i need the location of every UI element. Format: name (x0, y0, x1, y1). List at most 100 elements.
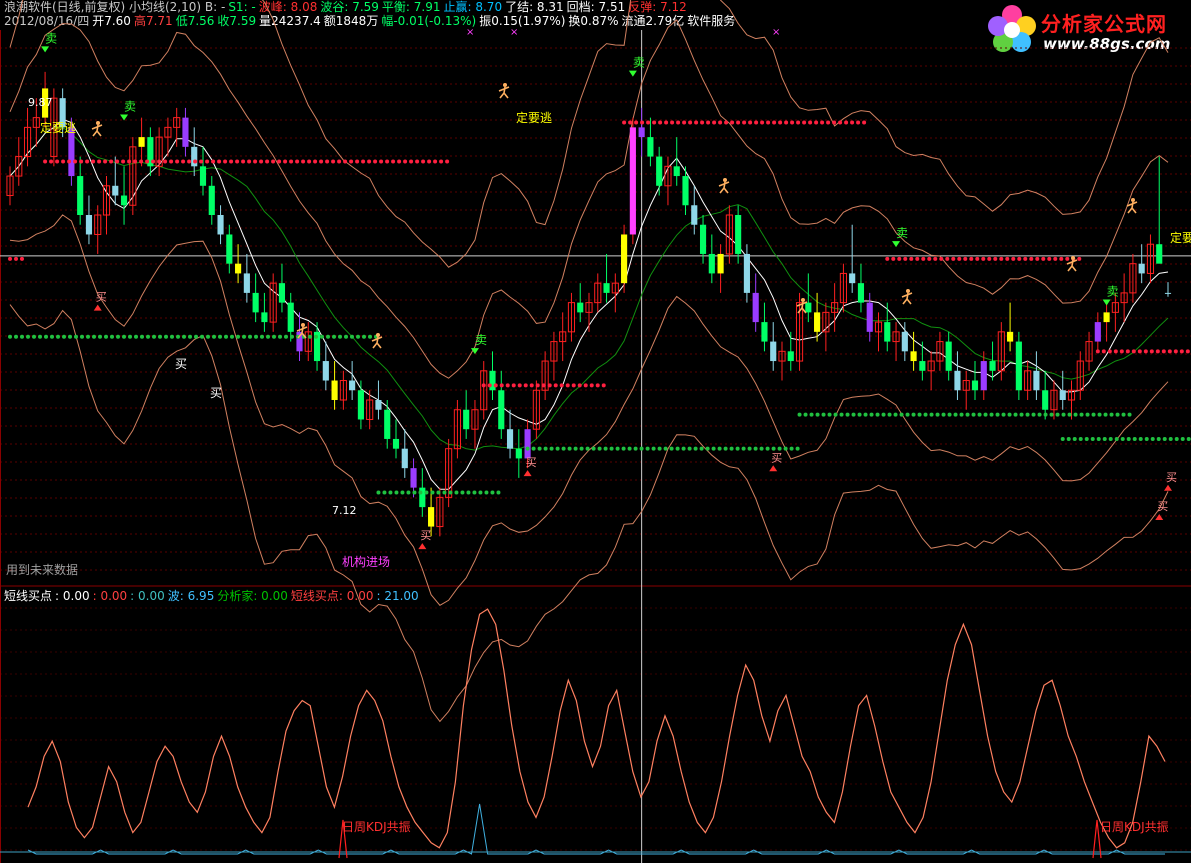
support-dot (531, 446, 536, 451)
candle-body (577, 302, 584, 313)
resistance-dot (676, 120, 681, 125)
runner-icon (371, 333, 383, 349)
support-dot (941, 412, 946, 417)
price-label: 9.87 (28, 96, 53, 109)
resistance-dot (1107, 349, 1112, 354)
resistance-dot (820, 120, 825, 125)
candle-body (120, 195, 128, 206)
support-dot (290, 334, 294, 339)
resistance-dot (897, 256, 902, 261)
resistance-dot (921, 256, 926, 261)
runner-icon (718, 178, 730, 194)
support-dot (555, 446, 560, 451)
resistance-dot (121, 159, 126, 164)
resistance-dot (139, 159, 144, 164)
support-dot (633, 446, 638, 451)
candle-body (524, 429, 531, 459)
resistance-dot (1155, 349, 1160, 354)
resistance-dot (682, 120, 687, 125)
candle-body (682, 176, 689, 206)
resistance-dot (1053, 256, 1058, 261)
resistance-dot (517, 383, 522, 388)
runner-icon-body (718, 181, 730, 194)
support-dot (1019, 412, 1024, 417)
support-dot (989, 412, 994, 417)
support-dot (747, 446, 752, 451)
sell-arrow-icon (41, 46, 50, 53)
support-dot (412, 490, 417, 495)
candle-body (199, 166, 207, 186)
resistance-dot (915, 256, 920, 261)
candle-body (278, 283, 286, 303)
resistance-dot (397, 159, 402, 164)
resistance-dot (601, 383, 606, 388)
support-dot (875, 412, 880, 417)
sell-label: 卖 (475, 333, 487, 347)
support-dot (20, 334, 24, 339)
support-dot (1013, 412, 1018, 417)
candle-body (182, 117, 189, 147)
support-dot (947, 412, 952, 417)
resistance-dot (700, 120, 705, 125)
resistance-dot (1059, 256, 1064, 261)
resistance-dot (421, 159, 426, 164)
support-dot (881, 412, 886, 417)
support-dot (1078, 436, 1083, 441)
resistance-dot (784, 120, 789, 125)
kdj-line (27, 608, 1166, 849)
candle-body (621, 234, 628, 284)
resistance-dot (951, 256, 956, 261)
candle-body (138, 137, 145, 147)
support-dot (1079, 412, 1084, 417)
resistance-dot (337, 159, 342, 164)
support-dot (777, 446, 782, 451)
support-dot (959, 412, 964, 417)
buy-label: 买 (526, 456, 537, 469)
support-dot (1109, 412, 1114, 417)
runner-icon-head (376, 333, 380, 337)
resistance-dot (933, 256, 938, 261)
baseline-line (27, 803, 1165, 855)
support-dot (1168, 436, 1173, 441)
resistance-dot (289, 159, 294, 164)
resistance-dot (790, 120, 795, 125)
support-dot (1097, 412, 1102, 417)
support-dot (827, 412, 832, 417)
resistance-dot (772, 120, 777, 125)
support-dot (140, 334, 144, 339)
candle-body (410, 468, 417, 488)
candle-body (498, 390, 505, 430)
resistance-dot (688, 120, 693, 125)
resistance-dot (1149, 349, 1154, 354)
support-dot (1066, 436, 1071, 441)
resistance-dot (43, 159, 48, 164)
resistance-dot (640, 120, 645, 125)
resistance-dot (523, 383, 528, 388)
candle-body (112, 185, 119, 196)
runner-icon-head (906, 289, 910, 293)
resistance-dot (736, 120, 741, 125)
support-dot (430, 490, 435, 495)
resistance-dot (559, 383, 564, 388)
support-dot (182, 334, 186, 339)
sell-arrow-icon (892, 241, 901, 248)
resistance-dot (361, 159, 366, 164)
resistance-dot (981, 256, 986, 261)
resistance-dot (385, 159, 390, 164)
support-dot (597, 446, 602, 451)
resistance-dot (885, 256, 890, 261)
support-dot (388, 490, 393, 495)
resistance-dot (664, 120, 669, 125)
support-dot (68, 334, 72, 339)
support-dot (332, 334, 336, 339)
resistance-dot (355, 159, 360, 164)
resistance-dot (265, 159, 270, 164)
stock-chart[interactable]: 卖卖卖卖卖卖卖买买买买买买买买9.877.12定要逃定要逃定要机构进场用到未来数… (0, 0, 1191, 863)
support-dot (230, 334, 234, 339)
resistance-dot (403, 159, 408, 164)
kdj-resonance-label: 日周KDJ共振 (342, 820, 411, 834)
top-marker: × (772, 27, 780, 38)
buy-arrow-icon (1155, 513, 1164, 520)
resistance-dot (766, 120, 771, 125)
resistance-dot (927, 256, 932, 261)
